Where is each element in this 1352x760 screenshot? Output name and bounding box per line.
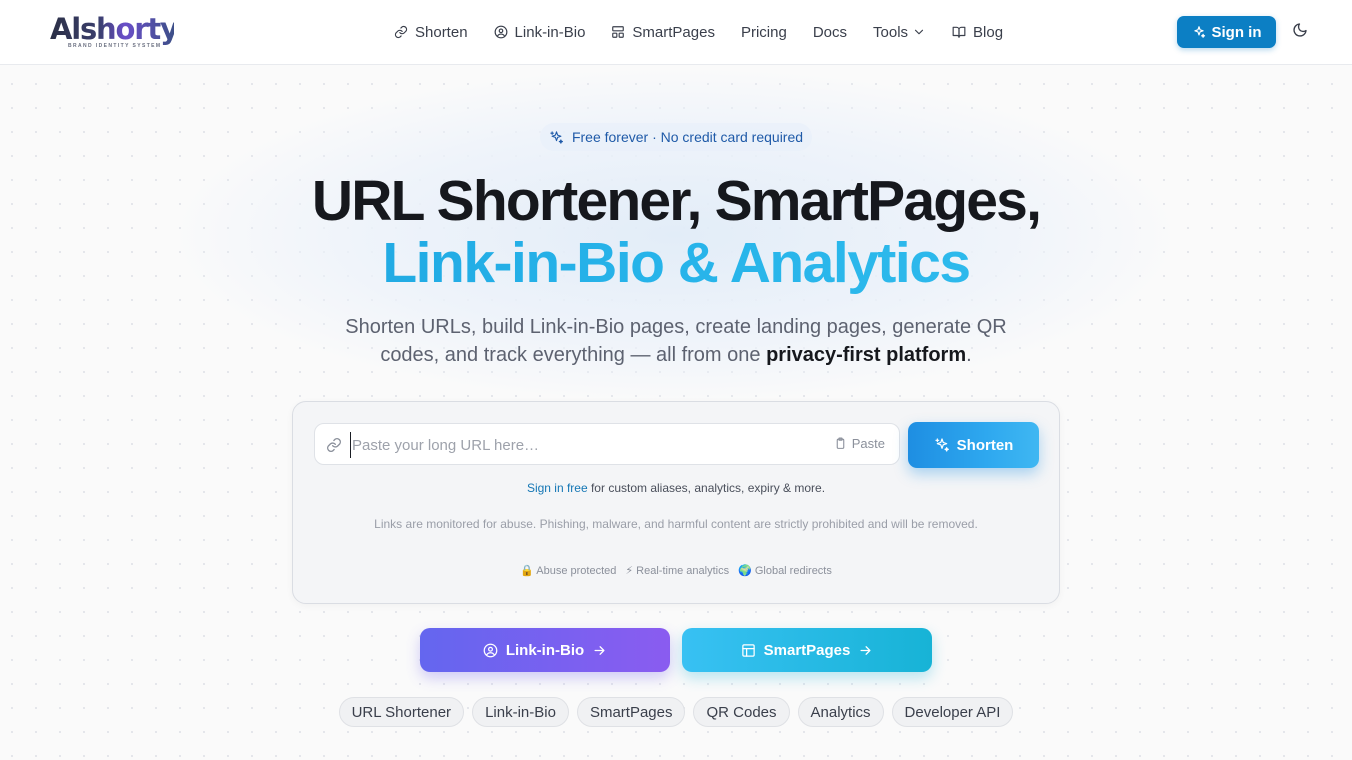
feature-global-redirects: 🌍 Global redirects: [738, 565, 832, 577]
nav-blog[interactable]: Blog: [952, 24, 1003, 41]
feature-list: 🔒 Abuse protected ⚡ Real-time analytics …: [293, 564, 1059, 577]
pill-smartpages[interactable]: SmartPages: [576, 697, 686, 727]
top-header: Alshorty BRAND IDENTITY SYSTEM Shorten L…: [0, 0, 1352, 65]
smartpages-cta[interactable]: SmartPages: [682, 628, 932, 672]
nav-docs[interactable]: Docs: [813, 24, 847, 41]
nav-smartpages-label: SmartPages: [632, 23, 715, 41]
arrow-right-icon: [860, 645, 871, 655]
theme-toggle[interactable]: [1292, 22, 1312, 42]
free-badge-text: Free forever · No credit card required: [571, 129, 804, 145]
pill-link-in-bio[interactable]: Link-in-Bio: [472, 697, 569, 727]
main-nav: Shorten Link-in-Bio SmartPages Pricing D…: [394, 0, 1029, 64]
pill-qr-codes[interactable]: QR Codes: [693, 697, 790, 727]
signin-note: Sign in free for custom aliases, analyti…: [293, 481, 1059, 495]
free-badge: Free forever · No credit card required: [540, 123, 812, 151]
feature-abuse-protected: 🔒 Abuse protected: [520, 565, 617, 577]
user-circle-icon: [494, 25, 507, 39]
url-input-box: Paste: [314, 423, 900, 465]
sparkles-icon: [550, 130, 563, 144]
sign-in-free-link[interactable]: Sign in free: [527, 481, 588, 495]
user-circle-icon: [483, 643, 498, 657]
pill-url-shortener[interactable]: URL Shortener: [338, 697, 465, 727]
brand-logo[interactable]: Alshorty BRAND IDENTITY SYSTEM: [50, 12, 179, 52]
feature-pills: URL Shortener Link-in-Bio SmartPages QR …: [0, 697, 1352, 727]
hero-description-bold: privacy-first platform: [766, 344, 967, 366]
layout-icon: [741, 643, 755, 657]
paste-label: Paste: [851, 436, 885, 451]
layout-icon: [612, 26, 625, 38]
paste-button[interactable]: Paste: [834, 436, 885, 451]
nav-shorten-label: Shorten: [415, 23, 468, 41]
long-url-input[interactable]: [350, 432, 820, 458]
link-icon: [394, 25, 408, 39]
nav-blog-label: Blog: [973, 23, 1004, 41]
sign-in-button[interactable]: Sign in: [1177, 16, 1276, 48]
hero-description-end: .: [966, 344, 972, 366]
shorten-button[interactable]: Shorten: [908, 422, 1039, 468]
hero-description: Shorten URLs, build Link-in-Bio pages, c…: [326, 313, 1026, 369]
book-icon: [952, 26, 966, 38]
nav-shorten[interactable]: Shorten: [394, 24, 468, 41]
nav-smartpages[interactable]: SmartPages: [611, 24, 715, 41]
logo-text: Alshorty: [50, 12, 179, 46]
sparkles-icon: [935, 438, 949, 452]
shortener-card: Paste Shorten Sign in free for custom al…: [292, 401, 1060, 604]
feature-realtime-analytics: ⚡ Real-time analytics: [625, 565, 730, 577]
chevron-down-icon: [914, 29, 924, 35]
pill-developer-api[interactable]: Developer API: [891, 697, 1014, 727]
arrow-right-icon: [594, 645, 605, 655]
clipboard-icon: [836, 437, 845, 449]
sparkles-icon: [1193, 26, 1205, 38]
smartpages-cta-label: SmartPages: [763, 641, 851, 659]
nav-pricing[interactable]: Pricing: [741, 24, 787, 41]
hero-title-line2: Link-in-Bio & Analytics: [0, 232, 1352, 294]
nav-pricing-label: Pricing: [740, 23, 787, 41]
pill-analytics[interactable]: Analytics: [797, 697, 884, 727]
shorten-label: Shorten: [956, 436, 1014, 454]
link-in-bio-cta-label: Link-in-Bio: [505, 641, 585, 659]
moon-icon: [1293, 23, 1307, 37]
sign-in-label: Sign in: [1211, 23, 1262, 41]
nav-docs-label: Docs: [812, 23, 848, 41]
nav-link-in-bio-label: Link-in-Bio: [514, 23, 586, 41]
link-in-bio-cta[interactable]: Link-in-Bio: [420, 628, 670, 672]
nav-tools-label: Tools: [873, 23, 909, 41]
logo-subtitle: BRAND IDENTITY SYSTEM: [68, 43, 162, 49]
abuse-note: Links are monitored for abuse. Phishing,…: [374, 517, 978, 531]
hero-title-line1: URL Shortener, SmartPages,: [311, 169, 1042, 233]
nav-link-in-bio[interactable]: Link-in-Bio: [494, 23, 586, 41]
signin-note-text: for custom aliases, analytics, expiry & …: [587, 481, 826, 495]
link-icon: [326, 437, 342, 453]
nav-tools[interactable]: Tools: [873, 24, 926, 41]
